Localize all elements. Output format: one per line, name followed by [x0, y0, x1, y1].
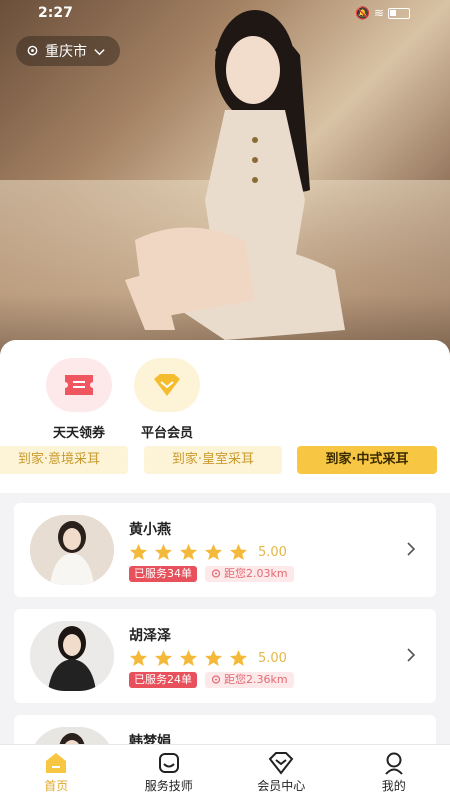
location-pin-icon: [27, 45, 38, 55]
tab-technicians[interactable]: 服务技师: [113, 745, 226, 800]
star-icon: [204, 543, 223, 561]
rating-score: 5.00: [258, 650, 287, 666]
avatar: [30, 621, 114, 691]
technician-icon: [158, 753, 179, 773]
tab-technicians-label: 服务技师: [144, 779, 193, 793]
quick-coupon-label: 天天领券: [52, 426, 105, 441]
technician-list: 黄小燕 5.00 已服务34单 距您2.03km 胡泽泽 5.00 已服务24单…: [0, 493, 450, 760]
city-selector[interactable]: 重庆市: [16, 36, 120, 66]
quick-membership-label: 平台会员: [140, 426, 193, 441]
wifi-icon: ≋: [373, 6, 388, 20]
quick-coupon[interactable]: 天天领券: [46, 358, 112, 441]
chevron-right-icon: [407, 542, 416, 556]
profile-icon: [385, 752, 403, 775]
service-tag-row: 到家·意境采耳 到家·皇室采耳 到家·中式采耳: [0, 446, 450, 474]
rating-stars: 5.00: [129, 543, 287, 561]
tab-vip-label: 会员中心: [257, 779, 306, 793]
star-icon: [179, 649, 198, 667]
distance-text: 距您2.36km: [224, 673, 288, 686]
quick-membership[interactable]: 平台会员: [134, 358, 200, 441]
diamond-icon: [154, 374, 180, 396]
technician-photo: [30, 515, 114, 585]
star-icon: [154, 543, 173, 561]
banner-model-image: [125, 10, 345, 340]
technician-name: 胡泽泽: [129, 628, 171, 644]
served-count-badge: 已服务24单: [129, 672, 197, 688]
quick-action-card: 天天领券 平台会员 到家·意境采耳 到家·皇室采耳 到家·中式采耳: [0, 340, 450, 493]
technician-photo: [30, 621, 114, 691]
star-icon: [179, 543, 198, 561]
tab-vip[interactable]: 会员中心: [225, 745, 338, 800]
tab-home[interactable]: 首页: [0, 745, 113, 800]
membership-icon-wrap: [134, 358, 200, 412]
technician-card[interactable]: 黄小燕 5.00 已服务34单 距您2.03km: [14, 503, 436, 597]
technician-badges: 已服务34单 距您2.03km: [129, 566, 294, 582]
technician-card[interactable]: 胡泽泽 5.00 已服务24单 距您2.36km: [14, 609, 436, 703]
service-tag-2[interactable]: 到家·皇室采耳: [144, 446, 282, 474]
chevron-right-icon: [407, 648, 416, 662]
served-count-badge: 已服务34单: [129, 566, 197, 582]
star-icon: [129, 543, 148, 561]
status-icons: 🔕≋: [355, 6, 410, 20]
bottom-tab-bar: 首页 服务技师 会员中心 我的: [0, 744, 450, 800]
technician-badges: 已服务24单 距您2.36km: [129, 672, 294, 688]
chevron-down-icon: [94, 48, 105, 55]
star-icon: [154, 649, 173, 667]
service-tag-3[interactable]: 到家·中式采耳: [297, 446, 437, 474]
tab-profile[interactable]: 我的: [338, 745, 450, 800]
battery-icon: [388, 8, 410, 19]
star-icon: [229, 543, 248, 561]
status-bar: 2:27 🔕≋: [0, 0, 450, 28]
status-time: 2:27: [38, 5, 73, 21]
star-icon: [229, 649, 248, 667]
location-pin-icon: [211, 569, 221, 578]
tab-profile-label: 我的: [381, 779, 406, 793]
technician-name: 黄小燕: [129, 522, 171, 538]
rating-stars: 5.00: [129, 649, 287, 667]
star-icon: [204, 649, 223, 667]
quick-actions: 天天领券 平台会员: [0, 358, 450, 441]
star-icon: [129, 649, 148, 667]
location-pin-icon: [211, 675, 221, 684]
city-name: 重庆市: [45, 44, 87, 60]
content-sheet: 天天领券 平台会员 到家·意境采耳 到家·皇室采耳 到家·中式采耳 黄小燕 5.…: [0, 340, 450, 760]
distance-text: 距您2.03km: [224, 567, 288, 580]
vip-icon: [268, 752, 294, 775]
ticket-icon: [65, 375, 93, 395]
mute-icon: 🔕: [354, 6, 374, 20]
service-tag-1[interactable]: 到家·意境采耳: [0, 446, 128, 474]
hero-banner[interactable]: 2:27 🔕≋ 重庆市: [0, 0, 450, 370]
avatar: [30, 515, 114, 585]
distance-badge: 距您2.36km: [205, 672, 294, 688]
distance-badge: 距您2.03km: [205, 566, 294, 582]
home-icon: [46, 753, 67, 773]
rating-score: 5.00: [258, 544, 287, 560]
tab-home-label: 首页: [44, 779, 69, 793]
coupon-icon-wrap: [46, 358, 112, 412]
